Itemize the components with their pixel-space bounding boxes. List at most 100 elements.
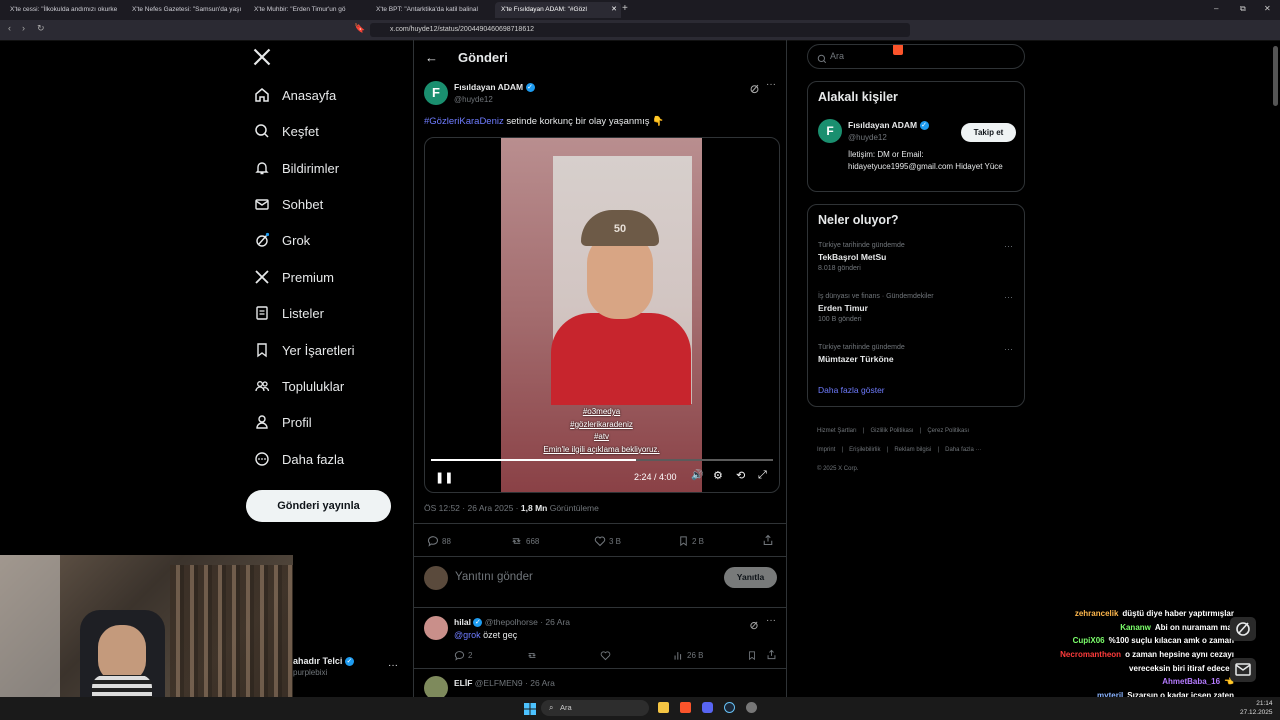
reply-author[interactable]: ELİF — [454, 678, 472, 688]
footer-link-accessibility[interactable]: Erişilebilirlik — [849, 447, 880, 453]
footer-link-more[interactable]: Daha fazla ··· — [945, 447, 981, 453]
hashtag-link[interactable]: #GözleriKaraDeniz — [424, 116, 504, 127]
chat-username[interactable]: zehrancelik — [1075, 609, 1119, 618]
account-more-icon[interactable]: ··· — [388, 660, 398, 671]
bookmark-button[interactable]: 2 B — [678, 535, 704, 547]
new-tab-icon[interactable]: + — [622, 3, 628, 14]
page-scrollbar[interactable] — [1273, 46, 1278, 106]
repost-button[interactable] — [526, 650, 541, 661]
close-window-icon[interactable]: ✕ — [1264, 4, 1271, 13]
trend-more-icon[interactable]: ··· — [1004, 344, 1013, 354]
footer-link-cookies[interactable]: Çerez Politikası — [927, 428, 969, 434]
grok-floating-button[interactable] — [1230, 617, 1256, 641]
mention-link[interactable]: @grok — [454, 630, 481, 640]
post-timestamp[interactable]: ÖS 12:52 · 26 Ara 2025 · — [424, 503, 519, 513]
repost-button[interactable]: 668 — [510, 535, 539, 547]
pause-icon[interactable]: ❚❚ — [435, 471, 453, 484]
footer-link-ads[interactable]: Reklam bilgisi — [894, 447, 931, 453]
nav-item-premium[interactable]: Premium — [252, 262, 334, 292]
browser-tab-3[interactable]: X'te Muhbir: "Erden Timur'un gö — [248, 2, 372, 18]
reply-button[interactable]: 2 — [454, 650, 472, 661]
forward-icon[interactable]: › — [22, 23, 25, 33]
trend-item[interactable]: Türkiye tarihinde gündemde Mümtazer Türk… — [818, 344, 1018, 364]
chat-username[interactable]: Kananw — [1120, 623, 1151, 632]
grok-explain-icon[interactable] — [749, 617, 759, 635]
show-more-link[interactable]: Daha fazla göster — [818, 385, 885, 395]
nav-item-lists[interactable]: Listeler — [252, 298, 324, 328]
settings-gear-icon[interactable]: ⚙ — [713, 469, 723, 482]
grok-explain-icon[interactable] — [749, 81, 760, 99]
maximize-icon[interactable]: ⧉ — [1240, 4, 1246, 14]
discord-icon[interactable] — [702, 702, 713, 713]
browser-tab-2[interactable]: X'te Nefes Gazetesi: "Samsun'da yaşı — [126, 2, 250, 18]
trend-more-icon[interactable]: ··· — [1004, 241, 1013, 251]
taskbar-clock[interactable]: 21:14 27.12.2025 — [1240, 699, 1273, 717]
related-person-handle[interactable]: @huyde12 — [848, 133, 887, 142]
chat-username[interactable]: Necromantheon — [1060, 650, 1121, 659]
video-progress-track[interactable] — [431, 459, 773, 461]
chat-username[interactable]: AhmetBaba_16 — [1162, 677, 1220, 686]
brave-browser-icon[interactable] — [680, 702, 691, 713]
post-author[interactable]: Fısıldayan ADAM ✓ — [454, 82, 535, 93]
share-button[interactable] — [766, 649, 780, 660]
nav-item-bookmarks[interactable]: Yer İşaretleri — [252, 335, 355, 365]
reply-handle[interactable]: @ELFMEN9 — [475, 678, 523, 688]
address-bar[interactable]: x.com/huyde12/status/2004490460698718612 — [370, 23, 910, 37]
avatar[interactable] — [424, 616, 448, 640]
back-arrow-icon[interactable]: ← — [425, 50, 438, 65]
footer-link-privacy[interactable]: Gizlilik Politikası — [871, 428, 914, 434]
nav-item-grok[interactable]: Grok — [252, 225, 310, 255]
search-box[interactable]: Ara — [807, 44, 1025, 69]
account-switcher[interactable]: ahadır Telci ✓ purplebixi — [293, 656, 354, 677]
nav-item-more[interactable]: Daha fazla — [252, 444, 344, 474]
close-tab-icon[interactable]: ✕ — [611, 2, 617, 18]
more-options-icon[interactable]: ··· — [766, 615, 776, 626]
post-handle[interactable]: @huyde12 — [454, 95, 493, 104]
taskbar-search[interactable]: ⌕ Ara — [541, 700, 649, 716]
search-input[interactable]: Ara — [830, 51, 844, 61]
file-explorer-icon[interactable] — [658, 702, 669, 713]
video-player[interactable]: 50 #o3medya #gözlerikaradeniz #atv Emin'… — [424, 137, 780, 493]
footer-link-imprint[interactable]: Imprint — [817, 447, 835, 453]
volume-icon[interactable]: 🔊 — [691, 470, 703, 481]
x-logo-icon[interactable] — [252, 47, 272, 72]
nav-item-profile[interactable]: Profil — [252, 407, 312, 437]
avatar[interactable]: F — [424, 81, 448, 105]
more-options-icon[interactable]: ··· — [766, 79, 776, 90]
views-button[interactable]: 26 B — [673, 650, 703, 661]
messages-floating-button[interactable] — [1230, 658, 1256, 682]
nav-item-home[interactable]: Anasayfa — [252, 80, 336, 110]
reply-button[interactable]: 88 — [427, 535, 451, 547]
nav-item-messages[interactable]: Sohbet — [252, 189, 323, 219]
loop-icon[interactable]: ⟲ — [736, 469, 745, 482]
follow-button[interactable]: Takip et — [961, 123, 1016, 142]
nav-item-notifications[interactable]: Bildirimler — [252, 153, 339, 183]
obs-icon[interactable] — [746, 702, 757, 713]
browser-tab-1[interactable]: X'te cessi: "İlkokulda andımızı okurke — [4, 2, 128, 18]
avatar[interactable]: F — [818, 119, 842, 143]
nav-item-explore[interactable]: Keşfet — [252, 116, 319, 146]
related-person-name[interactable]: Fısıldayan ADAM ✓ — [848, 120, 929, 131]
like-button[interactable] — [600, 650, 614, 661]
reply-author[interactable]: hilal — [454, 617, 471, 627]
trend-more-icon[interactable]: ··· — [1004, 292, 1013, 302]
browser-tab-4[interactable]: X'te BPT: "Antarktika'da katil balinal — [370, 2, 494, 18]
trend-item[interactable]: İş dünyası ve finans · Gündemdekiler Erd… — [818, 293, 1018, 323]
post-button[interactable]: Gönderi yayınla — [246, 490, 391, 522]
steam-icon[interactable] — [724, 702, 735, 713]
minimize-icon[interactable]: – — [1214, 4, 1218, 13]
reload-icon[interactable]: ↻ — [37, 23, 45, 34]
fullscreen-icon[interactable]: ⤢ — [758, 469, 767, 482]
bookmark-page-icon[interactable]: 🔖 — [354, 23, 365, 34]
reply-date[interactable]: 26 Ara — [545, 617, 570, 627]
bookmark-button[interactable] — [747, 650, 760, 661]
like-button[interactable]: 3 B — [594, 535, 621, 547]
reply-submit-button[interactable]: Yanıtla — [724, 567, 777, 588]
share-button[interactable] — [762, 534, 777, 546]
chat-username[interactable]: CupiX06 — [1073, 636, 1105, 645]
reply-input[interactable]: Yanıtını gönder — [455, 571, 533, 583]
trend-item[interactable]: Türkiye tarihinde gündemde TekBaşrol Met… — [818, 242, 1018, 272]
reply-date[interactable]: 26 Ara — [530, 678, 555, 688]
nav-item-communities[interactable]: Topluluklar — [252, 371, 344, 401]
windows-start-icon[interactable] — [524, 702, 536, 720]
